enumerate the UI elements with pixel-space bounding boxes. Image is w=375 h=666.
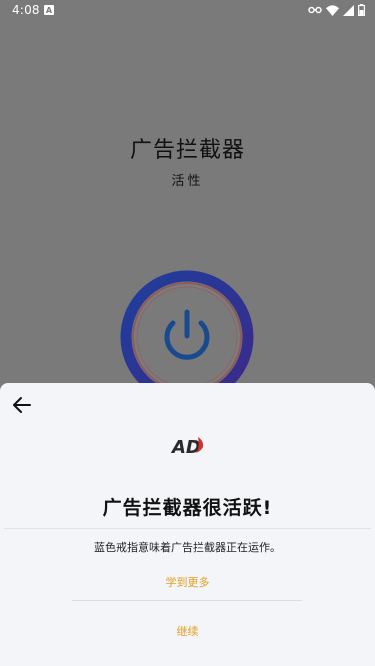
notification-letter: A xyxy=(45,5,53,15)
divider xyxy=(72,600,302,601)
wifi-icon xyxy=(326,4,339,16)
back-button[interactable] xyxy=(10,393,34,417)
arrow-left-icon xyxy=(13,397,31,413)
status-bar: 4:08 A xyxy=(0,0,375,22)
notification-icon: A xyxy=(44,5,54,15)
status-time: 4:08 xyxy=(12,3,40,17)
sheet-description: 蓝色戒指意味着广告拦截器正在运作。 xyxy=(94,541,281,554)
divider xyxy=(4,528,371,529)
sheet-heading: 广告拦截器很活跃! xyxy=(102,497,273,519)
cellular-signal-icon xyxy=(343,4,354,16)
blocker-status-label: 活性 xyxy=(171,174,204,189)
vpn-key-icon xyxy=(308,6,322,14)
ad-logo: AD xyxy=(170,437,204,458)
status-icons xyxy=(308,4,365,16)
app-title: 广告拦截器 xyxy=(129,138,245,163)
learn-more-link[interactable]: 学到更多 xyxy=(0,574,375,590)
ad-logo-text: AD xyxy=(170,437,201,458)
battery-icon xyxy=(358,4,365,16)
continue-button[interactable]: 继续 xyxy=(0,623,375,639)
ad-blocker-active-sheet: AD 广告拦截器很活跃! 蓝色戒指意味着广告拦截器正在运作。 学到更多 继续 xyxy=(0,383,375,666)
